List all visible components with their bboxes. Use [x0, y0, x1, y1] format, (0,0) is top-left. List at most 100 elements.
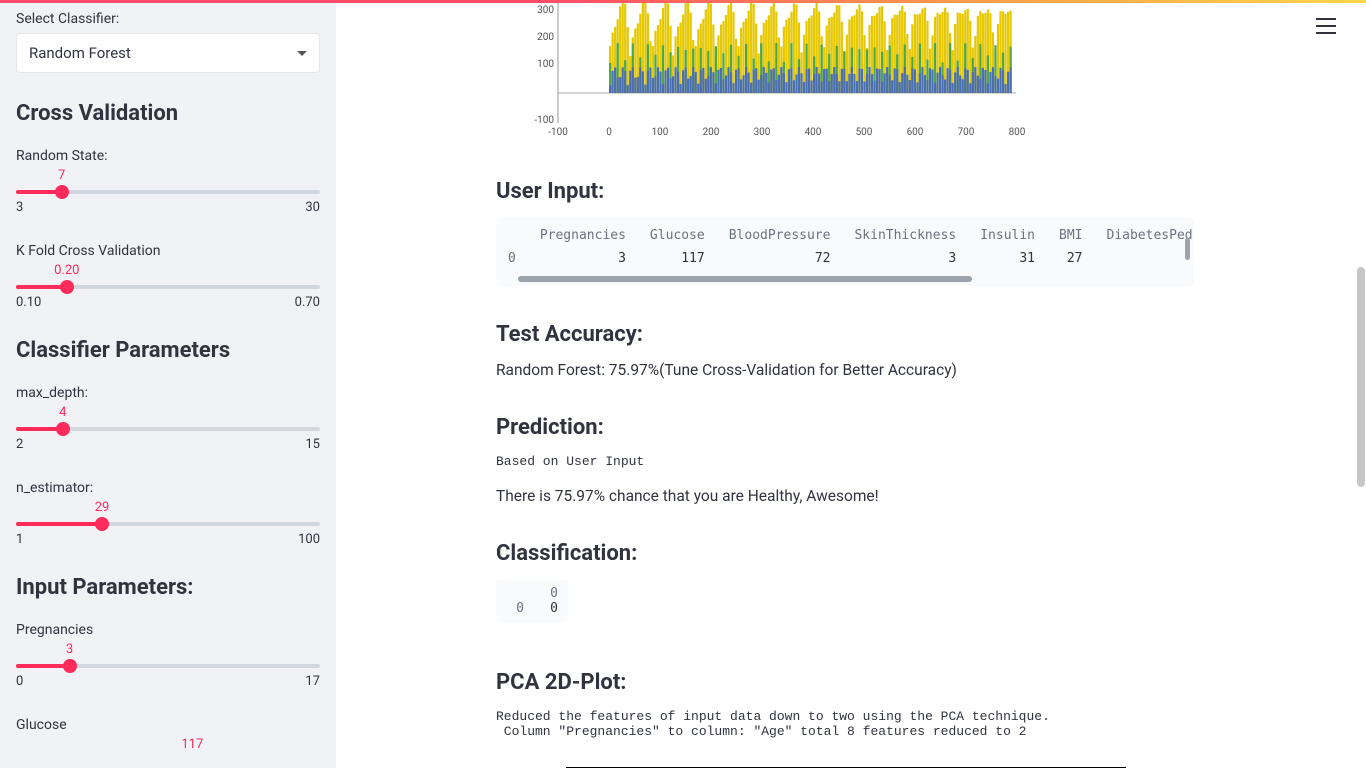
col-glucose: Glucose: [638, 224, 717, 247]
cell: [1095, 247, 1195, 270]
max-depth-label: max_depth:: [16, 385, 320, 401]
svg-text:700: 700: [958, 127, 975, 138]
max-depth-slider[interactable]: [16, 427, 320, 431]
max-depth-min: 2: [16, 437, 23, 452]
cell: 3: [528, 247, 638, 270]
prediction-basis: Based on User Input: [496, 454, 1196, 469]
svg-text:-100: -100: [548, 127, 568, 138]
table-row: 0 3 117 72 3 31 27: [496, 247, 1194, 270]
pregnancies-slider-block: Pregnancies 3 0 17: [16, 622, 320, 689]
n-estimator-slider-block: n_estimator: 29 1 100: [16, 480, 320, 547]
main-content: 300 200 100 -100 -100 0 100 200 300 400 …: [336, 3, 1366, 768]
classifier-select[interactable]: Random Forest: [16, 33, 320, 73]
sidebar: Select Classifier: Random Forest Cross V…: [0, 3, 336, 768]
random-state-min: 3: [16, 200, 23, 215]
scrollbar-thumb[interactable]: [1357, 267, 1365, 487]
table-vscroll[interactable]: [1185, 238, 1190, 260]
class-idx: 0: [506, 601, 524, 616]
kfold-min: 0.10: [16, 295, 41, 310]
random-state-slider[interactable]: [16, 190, 320, 194]
prediction-text: There is 75.97% chance that you are Heal…: [496, 487, 1196, 505]
random-state-slider-block: Random State: 7 3 30: [16, 148, 320, 215]
classifier-select-label: Select Classifier:: [16, 11, 320, 27]
svg-text:400: 400: [805, 127, 822, 138]
pregnancies-value: 3: [66, 642, 73, 657]
svg-text:0: 0: [606, 127, 612, 138]
pregnancies-max: 17: [305, 674, 320, 689]
cell: 117: [638, 247, 717, 270]
col-diabetesped: DiabetesPed: [1095, 224, 1195, 247]
slider-thumb[interactable]: [60, 280, 74, 294]
classifier-params-header: Classifier Parameters: [16, 338, 320, 363]
kfold-max: 0.70: [295, 295, 320, 310]
chart-svg: 300 200 100 -100 -100 0 100 200 300 400 …: [496, 3, 1046, 143]
col-skinthickness: SkinThickness: [842, 224, 968, 247]
col-bmi: BMI: [1047, 224, 1094, 247]
slider-thumb[interactable]: [56, 422, 70, 436]
svg-text:300: 300: [537, 5, 554, 16]
prediction-header: Prediction:: [496, 415, 1196, 440]
slider-thumb[interactable]: [95, 517, 109, 531]
glucose-slider-block: Glucose 117: [16, 717, 320, 753]
kfold-label: K Fold Cross Validation: [16, 243, 320, 259]
y-axis-ticks: 300 200 100 -100: [534, 5, 554, 126]
svg-text:-100: -100: [534, 115, 554, 126]
feature-chart: 300 200 100 -100 -100 0 100 200 300 400 …: [496, 3, 1046, 143]
cross-validation-header: Cross Validation: [16, 101, 320, 126]
x-axis-ticks: -100 0 100 200 300 400 500 600 700 800: [548, 127, 1026, 138]
classification-table[interactable]: 0 00: [496, 580, 568, 622]
col-insulin: Insulin: [968, 224, 1047, 247]
svg-text:100: 100: [537, 59, 554, 70]
kfold-slider-block: K Fold Cross Validation 0.20 0.10 0.70: [16, 243, 320, 310]
input-params-header: Input Parameters:: [16, 575, 320, 600]
menu-icon[interactable]: [1316, 18, 1336, 34]
max-depth-value: 4: [59, 405, 66, 420]
accuracy-header: Test Accuracy:: [496, 322, 1196, 347]
svg-text:100: 100: [652, 127, 669, 138]
n-estimator-min: 1: [16, 532, 23, 547]
svg-text:200: 200: [703, 127, 720, 138]
pregnancies-min: 0: [16, 674, 23, 689]
user-input-header: User Input:: [496, 179, 1196, 204]
class-col: 0: [540, 586, 558, 601]
page-scrollbar[interactable]: [1356, 3, 1366, 768]
accuracy-text: Random Forest: 75.97%(Tune Cross-Validat…: [496, 361, 1196, 379]
svg-text:300: 300: [754, 127, 771, 138]
svg-text:200: 200: [537, 32, 554, 43]
slider-thumb[interactable]: [55, 185, 69, 199]
glucose-value: 117: [181, 737, 203, 752]
n-estimator-max: 100: [298, 532, 320, 547]
col-pregnancies: Pregnancies: [528, 224, 638, 247]
class-val: 0: [540, 601, 558, 616]
classifier-select-value: Random Forest: [29, 44, 131, 62]
slider-thumb[interactable]: [63, 659, 77, 673]
classification-header: Classification:: [496, 541, 1196, 566]
n-estimator-label: n_estimator:: [16, 480, 320, 496]
n-estimator-slider[interactable]: [16, 522, 320, 526]
cell: 3: [842, 247, 968, 270]
cell: 27: [1047, 247, 1094, 270]
pca-header: PCA 2D-Plot:: [496, 670, 1196, 695]
svg-text:500: 500: [856, 127, 873, 138]
pregnancies-slider[interactable]: [16, 664, 320, 668]
pregnancies-label: Pregnancies: [16, 622, 320, 638]
kfold-value: 0.20: [54, 263, 79, 278]
random-state-value: 7: [58, 168, 65, 183]
n-estimator-value: 29: [95, 500, 110, 515]
svg-text:600: 600: [907, 127, 924, 138]
max-depth-max: 15: [305, 437, 320, 452]
random-state-max: 30: [305, 200, 320, 215]
table-hscroll[interactable]: [518, 276, 972, 282]
svg-text:800: 800: [1009, 127, 1026, 138]
pca-line1: Reduced the features of input data down …: [496, 709, 1196, 724]
col-bloodpressure: BloodPressure: [717, 224, 843, 247]
kfold-slider[interactable]: [16, 285, 320, 289]
chevron-down-icon: [297, 51, 307, 56]
pca-line2: Column "Pregnancies" to column: "Age" to…: [496, 724, 1196, 739]
user-input-table[interactable]: Pregnancies Glucose BloodPressure SkinTh…: [496, 218, 1194, 286]
cell: 72: [717, 247, 843, 270]
row-index: 0: [496, 247, 528, 270]
random-state-label: Random State:: [16, 148, 320, 164]
max-depth-slider-block: max_depth: 4 2 15: [16, 385, 320, 452]
cell: 31: [968, 247, 1047, 270]
